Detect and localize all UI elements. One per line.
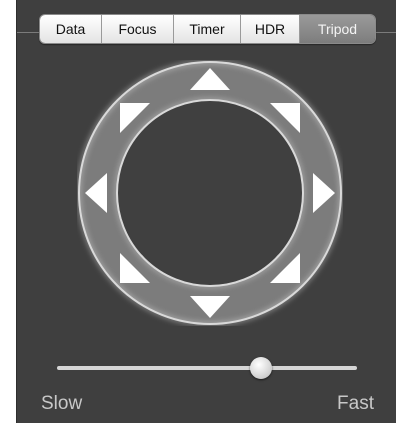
fast-label: Fast	[337, 393, 374, 414]
tab-bar: Data Focus Timer HDR Tripod	[39, 14, 376, 44]
direction-pad	[78, 61, 342, 325]
dial-inner-edge	[116, 99, 304, 287]
tab-timer[interactable]: Timer	[174, 15, 241, 43]
tab-hdr[interactable]: HDR	[241, 15, 300, 43]
speed-slider-track[interactable]	[57, 366, 357, 370]
slow-label: Slow	[41, 393, 83, 414]
speed-slider-thumb[interactable]	[250, 357, 272, 379]
tab-data[interactable]: Data	[40, 15, 102, 43]
divider-left	[17, 32, 39, 33]
tab-focus[interactable]: Focus	[102, 15, 174, 43]
speed-slider[interactable]	[57, 356, 357, 380]
tab-tripod[interactable]: Tripod	[300, 15, 375, 43]
tripod-panel: Data Focus Timer HDR Tripod Slow Fast	[16, 0, 396, 423]
